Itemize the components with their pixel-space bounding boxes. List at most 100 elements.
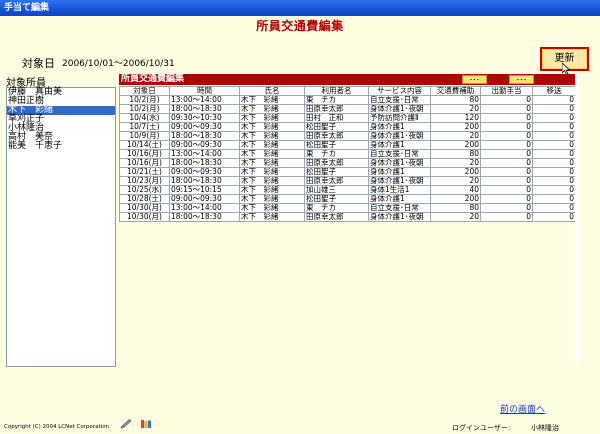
column-header: 対象日: [119, 86, 170, 96]
table-row[interactable]: 10/25(水) 09:15～10:15 木下 彩緒 加山雄三 身体1生活1 40 0 0: [119, 185, 576, 195]
table-cell: 0: [480, 104, 533, 114]
table-cell: 10/28(土): [119, 194, 170, 204]
table-cell: 13:00～14:00: [169, 95, 240, 105]
table-cell: 20: [430, 212, 481, 222]
table-cell: 0: [532, 140, 576, 150]
table-cell: 0: [532, 167, 576, 177]
panel-title: 所員交通費編集: [121, 74, 185, 84]
table-cell: 10/9(月): [119, 131, 170, 141]
staff-list-item[interactable]: 能美 千恵子: [7, 142, 115, 151]
table-cell: 田原幸太郎: [304, 131, 369, 141]
table-cell: 身体介護1: [368, 167, 431, 177]
table-cell: 10/30(月): [119, 203, 170, 213]
page-title: 所員交通費編集: [256, 19, 344, 33]
table-cell: 0: [480, 140, 533, 150]
table-cell: 0: [532, 122, 576, 132]
table-row[interactable]: 10/28(土) 09:00～09:30 木下 彩緒 松田聖子 身体介護1 200 0 0: [119, 194, 576, 204]
window-titlebar: 手当て編集: [0, 0, 600, 16]
table-cell: 09:15～10:15: [169, 185, 240, 195]
table-cell: 09:00～09:30: [169, 140, 240, 150]
table-row[interactable]: 10/30(月) 18:00～18:30 木下 彩緒 田原幸太郎 身体介護1･夜朝 20 0…: [119, 212, 576, 222]
table-cell: 09:30～10:30: [169, 113, 240, 123]
table-cell: 木下 彩緒: [239, 185, 305, 195]
table-row[interactable]: 10/16(月) 13:00～14:00 木下 彩緒東 チカ 自立支援･日常 80 0 0: [119, 149, 576, 159]
table-row[interactable]: 10/2(月) 18:00～18:30 木下 彩緒 田原幸太郎 身体介護1･夜朝 20 0 0: [119, 104, 576, 114]
table-cell: 0: [532, 104, 576, 114]
table-cell: 松田聖子: [304, 122, 369, 132]
login-user-name: 小林隆治: [531, 424, 559, 432]
attendance-ellipsis-button[interactable]: ･･･: [509, 75, 534, 84]
table-cell: 200: [430, 122, 481, 132]
column-header: サービス内容: [368, 86, 431, 96]
table-cell: 18:00～18:30: [169, 131, 240, 141]
table-cell: 田村 正和: [304, 113, 369, 123]
table-cell: 0: [532, 176, 576, 186]
table-cell: 10/2(月): [119, 104, 170, 114]
table-cell: 木下 彩緒: [239, 167, 305, 177]
login-user-label: ログインユーザー:: [452, 424, 511, 432]
transport-expense-panel: 所員交通費編集 ･･･ ･･･ 対象日 時間 氏名 利用者名 サービス内容 交通費補助 出勤…: [119, 74, 576, 364]
pencil-icon[interactable]: [120, 419, 132, 429]
table-row[interactable]: 10/7(土) 09:00～09:30 木下 彩緒 松田聖子 身体介護1 200 0 0: [119, 122, 576, 132]
table-cell: 200: [430, 194, 481, 204]
table-cell: 0: [480, 131, 533, 141]
table-cell: 木下 彩緒: [239, 104, 305, 114]
table-row[interactable]: 10/9(月) 18:00～18:30 木下 彩緒 田原幸太郎 身体介護1･夜朝 20 0 0: [119, 131, 576, 141]
table-row[interactable]: 10/23(月) 18:00～18:30 木下 彩緒 田原幸太郎 身体介護1･夜朝 20 0…: [119, 176, 576, 186]
table-row[interactable]: 10/16(月) 18:00～18:30 木下 彩緒 田原幸太郎 身体介護1･夜朝 20 0…: [119, 158, 576, 168]
table-cell: 自立支援･日常: [368, 95, 431, 105]
table-cell: 東 チカ: [304, 149, 369, 159]
table-cell: 身体介護1: [368, 140, 431, 150]
table-cell: 200: [430, 167, 481, 177]
column-header: 氏名: [239, 86, 305, 96]
table-cell: 20: [430, 131, 481, 141]
staff-listbox[interactable]: 伊藤 真由美 神田正樹 木下 彩緒 草刈正子 小林隆治 高村 美奈 能美 千恵子: [6, 87, 116, 367]
table-cell: 0: [480, 185, 533, 195]
table-cell: 09:00～09:30: [169, 194, 240, 204]
table-cell: 木下 彩緒: [239, 212, 305, 222]
table-cell: 木下 彩緒: [239, 122, 305, 132]
table-cell: 10/23(月): [119, 176, 170, 186]
table-cell: 10/16(月): [119, 149, 170, 159]
table-cell: 10/25(水): [119, 185, 170, 195]
panel-scrollbar[interactable]: [575, 74, 579, 364]
table-row[interactable]: 10/14(土) 09:00～09:30 木下 彩緒 松田聖子 身体介護1 200 0 0: [119, 140, 576, 150]
table-cell: 80: [430, 203, 481, 213]
column-header: 時間: [169, 86, 240, 96]
table-cell: 80: [430, 149, 481, 159]
table-cell: 予防訪問介護Ⅱ: [368, 113, 431, 123]
table-cell: 身体介護1･夜朝: [368, 131, 431, 141]
table-cell: 10/2(月): [119, 95, 170, 105]
table-cell: 10/7(土): [119, 122, 170, 132]
table-cell: 10/4(水): [119, 113, 170, 123]
transport-ellipsis-button[interactable]: ･･･: [462, 75, 487, 84]
table-cell: 身体介護1: [368, 122, 431, 132]
table-cell: 木下 彩緒: [239, 131, 305, 141]
table-cell: 身体1生活1: [368, 185, 431, 195]
table-cell: 松田聖子: [304, 140, 369, 150]
table-cell: 身体介護1: [368, 194, 431, 204]
table-cell: 10/14(土): [119, 140, 170, 150]
books-icon[interactable]: [140, 419, 152, 429]
prev-screen-link[interactable]: 前の画面へ: [500, 402, 545, 415]
table-cell: 10/30(月): [119, 212, 170, 222]
table-cell: 加山雄三: [304, 185, 369, 195]
table-row[interactable]: 10/2(月) 13:00～14:00 木下 彩緒東 チカ 自立支援･日常 80 0 0: [119, 95, 576, 105]
table-cell: 80: [430, 95, 481, 105]
table-row[interactable]: 10/4(水) 09:30～10:30 木下 彩緒 田村 正和 予防訪問介護Ⅱ 120 0 0: [119, 113, 576, 123]
table-cell: 0: [532, 113, 576, 123]
table-row[interactable]: 10/21(土) 09:00～09:30 木下 彩緒 松田聖子 身体介護1 200 0 0: [119, 167, 576, 177]
table-cell: 13:00～14:00: [169, 203, 240, 213]
table-row[interactable]: 10/30(月) 13:00～14:00 木下 彩緒東 チカ 自立支援･日常 80 0 0: [119, 203, 576, 213]
table-cell: 身体介護1･夜朝: [368, 158, 431, 168]
column-header: 出勤手当: [480, 86, 533, 96]
table-cell: 木下 彩緒: [239, 203, 305, 213]
table-cell: 0: [532, 203, 576, 213]
table-cell: 18:00～18:30: [169, 158, 240, 168]
table-cell: 田原幸太郎: [304, 158, 369, 168]
table-cell: 木下 彩緒: [239, 95, 305, 105]
table-cell: 0: [532, 212, 576, 222]
table-cell: 木下 彩緒: [239, 176, 305, 186]
table-cell: 0: [480, 158, 533, 168]
table-cell: 木下 彩緒: [239, 149, 305, 159]
